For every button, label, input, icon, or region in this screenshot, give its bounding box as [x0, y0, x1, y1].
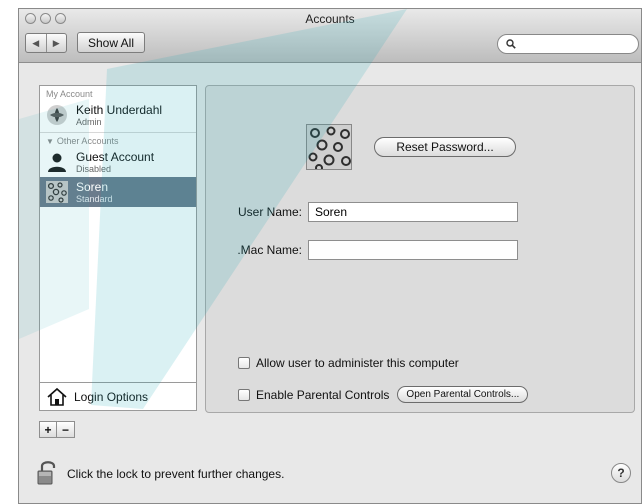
account-keith-underdahl[interactable]: Keith Underdahl Admin — [40, 100, 196, 130]
flower-avatar-icon — [47, 105, 67, 125]
lock-icon[interactable] — [37, 459, 59, 485]
forward-button[interactable]: ▶ — [47, 34, 67, 52]
snow-leopard-avatar-icon — [46, 181, 68, 203]
toolbar: Accounts ◀ ▶ Show All — [19, 9, 641, 63]
login-options-item[interactable]: Login Options — [40, 382, 196, 410]
nav-segment: ◀ ▶ — [25, 33, 67, 53]
search-icon — [506, 39, 516, 49]
user-picture[interactable] — [306, 124, 352, 170]
allow-admin-checkbox[interactable] — [238, 357, 250, 369]
window-title: Accounts — [305, 12, 355, 26]
accounts-list: My Account Keith Underdahl Admin ▼ Other … — [39, 85, 197, 411]
user-name-field[interactable] — [308, 202, 518, 222]
open-parental-controls-button[interactable]: Open Parental Controls... — [397, 386, 529, 403]
login-options-label: Login Options — [74, 389, 149, 404]
user-name-label: User Name: — [237, 205, 302, 219]
account-role: Admin — [76, 116, 102, 127]
account-role: Standard — [76, 193, 113, 204]
account-details-panel: Reset Password... User Name: .Mac Name: … — [205, 85, 635, 413]
account-guest[interactable]: Guest Account Disabled — [40, 147, 196, 177]
mac-name-field[interactable] — [308, 240, 518, 260]
back-button[interactable]: ◀ — [26, 34, 47, 52]
account-name: Guest Account — [76, 149, 155, 164]
parental-controls-checkbox[interactable] — [238, 388, 250, 401]
mac-name-label: .Mac Name: — [237, 243, 302, 257]
lock-instruction-text: Click the lock to prevent further change… — [67, 467, 285, 481]
allow-admin-option[interactable]: Allow user to administer this computer — [238, 356, 459, 370]
person-silhouette-icon — [48, 153, 66, 172]
account-role: Disabled — [76, 163, 112, 174]
account-name: Soren — [76, 179, 109, 194]
chevron-left-icon: ◀ — [32, 37, 40, 48]
remove-account-button[interactable]: − — [57, 421, 75, 438]
account-soren[interactable]: Soren Standard — [40, 177, 196, 207]
search-field[interactable] — [497, 34, 639, 54]
accounts-window: Accounts ◀ ▶ Show All My Account Keith U… — [18, 8, 642, 504]
help-button[interactable]: ? — [611, 463, 631, 483]
snow-leopard-picture-icon — [307, 125, 351, 169]
add-account-button[interactable]: + — [39, 421, 57, 438]
reset-password-button[interactable]: Reset Password... — [374, 137, 516, 157]
chevron-right-icon: ▶ — [52, 37, 60, 48]
other-accounts-header: ▼ Other Accounts — [40, 133, 196, 147]
house-icon — [47, 387, 67, 406]
disclosure-triangle-icon[interactable]: ▼ — [46, 137, 54, 146]
allow-admin-label: Allow user to administer this computer — [256, 356, 459, 370]
add-remove-controls: + − — [39, 421, 75, 438]
parental-controls-label: Enable Parental Controls — [256, 387, 390, 402]
parental-controls-option[interactable]: Enable Parental Controls Open Parental C… — [238, 386, 529, 403]
other-accounts-label: Other Accounts — [56, 136, 119, 146]
my-account-header: My Account — [46, 89, 93, 99]
account-name: Keith Underdahl — [76, 102, 163, 117]
show-all-button[interactable]: Show All — [77, 32, 145, 53]
